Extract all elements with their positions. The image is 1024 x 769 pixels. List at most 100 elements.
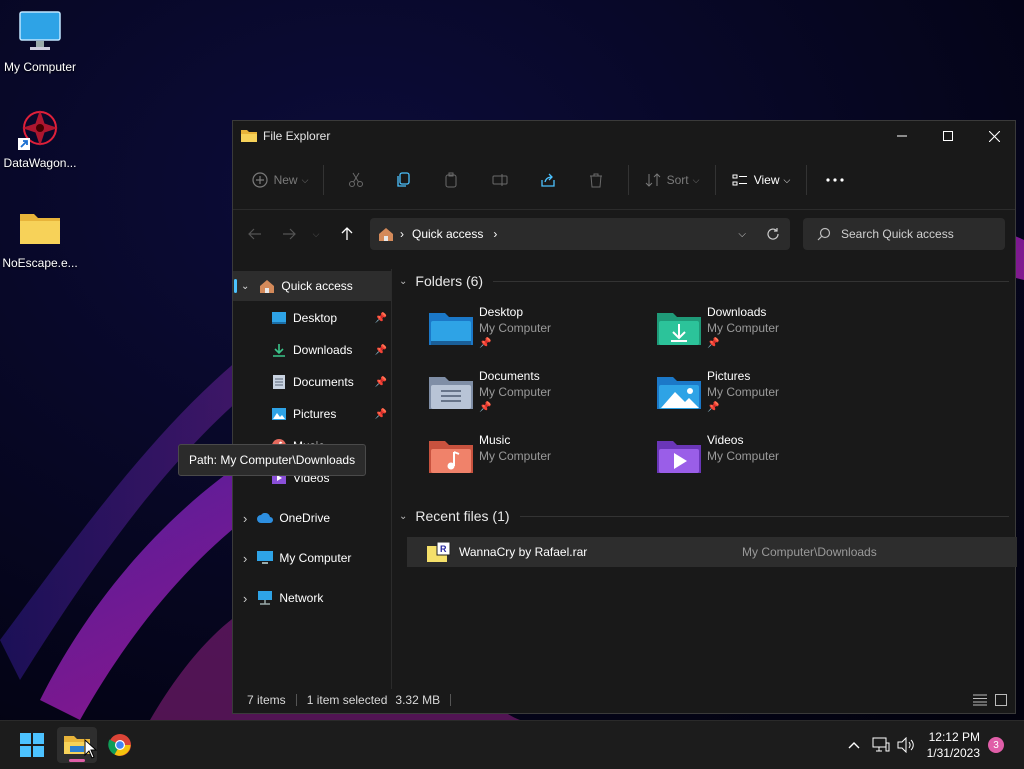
view-button[interactable]: View ⌵ [724, 163, 798, 197]
volume-icon[interactable] [897, 737, 915, 753]
maximize-button[interactable] [925, 121, 971, 151]
desktop-icon-noescape[interactable]: NoEscape.e... [0, 204, 80, 270]
search-input[interactable]: Search Quick access [803, 218, 1005, 250]
recent-locations-button[interactable]: ⌵ [305, 218, 327, 250]
cut-button[interactable] [332, 163, 380, 197]
pin-icon: 📌 [707, 338, 720, 349]
folder-tile-videos[interactable]: Videos My Computer [657, 433, 877, 489]
pin-icon: 📌 [479, 338, 492, 349]
folder-tile-music[interactable]: Music My Computer [429, 433, 649, 489]
sort-button[interactable]: Sort ⌵ [637, 163, 707, 197]
download-arrow-icon [271, 342, 287, 358]
folder-tile-documents[interactable]: Documents My Computer 📌 [429, 369, 649, 425]
address-dropdown-button[interactable]: ⌵ [738, 229, 746, 240]
toolbar-separator [323, 165, 324, 195]
status-divider [295, 694, 297, 706]
sidebar-item-desktop[interactable]: Desktop 📌 [233, 303, 391, 333]
selection-size: 3.32 MB [395, 693, 441, 707]
chevron-right-icon[interactable]: › [243, 551, 247, 566]
windows-logo-icon [20, 733, 44, 757]
home-icon [379, 228, 393, 241]
close-button[interactable] [971, 121, 1017, 151]
sort-label: Sort [666, 173, 689, 187]
clock-date: 1/31/2023 [926, 746, 980, 760]
show-hidden-icons-button[interactable] [846, 735, 862, 755]
paste-button[interactable] [428, 163, 476, 197]
sidebar-item-label: Pictures [293, 407, 337, 421]
chevron-right-icon: › [400, 227, 404, 241]
refresh-icon[interactable] [766, 227, 780, 241]
folder-name: Music [479, 433, 511, 447]
content-pane: ⌄ Folders (6) Desktop My Computer 📌 Down… [393, 269, 1017, 689]
pin-icon[interactable]: 📌 [375, 345, 387, 356]
toolbar-separator [715, 165, 716, 195]
pin-icon[interactable]: 📌 [375, 377, 387, 388]
start-button[interactable] [12, 727, 52, 763]
folder-tile-downloads[interactable]: Downloads My Computer 📌 [657, 305, 877, 361]
folder-tile-pictures[interactable]: Pictures My Computer 📌 [657, 369, 877, 425]
address-bar[interactable]: › Quick access › ⌵ [370, 218, 790, 250]
share-button[interactable] [524, 163, 572, 197]
search-placeholder: Search Quick access [841, 227, 954, 241]
folder-tile-desktop[interactable]: Desktop My Computer 📌 [429, 305, 649, 361]
delete-button[interactable] [572, 163, 620, 197]
recent-file-row[interactable]: R WannaCry by Rafael.rar My Computer\Dow… [407, 537, 1017, 567]
rename-button[interactable] [476, 163, 524, 197]
toolbar-separator [628, 165, 629, 195]
forward-button[interactable] [273, 218, 305, 250]
folders-section-header[interactable]: ⌄ Folders (6) [399, 271, 1009, 291]
taskbar-clock[interactable]: 12:12 PM 1/31/2023 [927, 729, 980, 761]
notification-badge[interactable]: 3 [988, 737, 1004, 753]
new-plus-icon [251, 172, 268, 188]
sidebar-item-downloads[interactable]: Downloads 📌 [233, 335, 391, 365]
chevron-right-icon[interactable]: › [493, 227, 497, 241]
sidebar-item-pictures[interactable]: Pictures 📌 [233, 399, 391, 429]
file-explorer-window: File Explorer New ⌵ Sort ⌵ View ⌵ ⌵ › Qu… [232, 120, 1017, 714]
trash-icon [590, 173, 602, 188]
taskbar: 12:12 PM 1/31/2023 3 [0, 720, 1024, 769]
minimize-button[interactable] [879, 121, 925, 151]
sidebar-item-my-computer[interactable]: › My Computer [233, 543, 391, 573]
svg-text:R: R [440, 544, 447, 554]
sidebar-item-label: Downloads [293, 343, 353, 357]
pin-icon[interactable]: 📌 [375, 313, 387, 324]
sidebar-item-onedrive[interactable]: › OneDrive [233, 503, 391, 533]
back-button[interactable] [239, 218, 271, 250]
file-explorer-icon [241, 130, 257, 142]
more-options-button[interactable] [815, 163, 855, 197]
taskbar-chrome[interactable] [100, 727, 140, 763]
sidebar-item-label: OneDrive [279, 511, 331, 525]
desktop-icon-my-computer[interactable]: My Computer [0, 8, 80, 74]
arrow-up-icon [341, 227, 353, 240]
arrow-left-icon [248, 228, 261, 240]
tiles-view-icon[interactable] [995, 694, 1007, 706]
copy-button[interactable] [380, 163, 428, 197]
sidebar-item-label: Quick access [281, 279, 353, 293]
home-icon [259, 278, 275, 294]
recent-heading: Recent files (1) [415, 508, 510, 524]
new-button[interactable]: New ⌵ [245, 163, 315, 197]
sidebar-item-documents[interactable]: Documents 📌 [233, 367, 391, 397]
up-button[interactable] [331, 218, 363, 250]
chevron-down-icon: ⌵ [312, 228, 320, 239]
chevron-right-icon[interactable]: › [243, 591, 247, 606]
network-status-icon[interactable] [872, 737, 890, 753]
mouse-cursor [84, 738, 98, 764]
address-location[interactable]: Quick access [412, 227, 483, 241]
pictures-icon [271, 406, 287, 422]
chevron-right-icon[interactable]: › [243, 511, 247, 526]
details-view-icon[interactable] [973, 694, 987, 706]
pin-icon[interactable]: 📌 [375, 409, 387, 420]
status-divider [450, 694, 452, 706]
rename-icon [492, 174, 508, 186]
sidebar-item-quick-access[interactable]: ⌄ Quick access [233, 271, 391, 301]
view-label: View [753, 173, 780, 187]
desktop-icon-datawagon[interactable]: DataWagon... [0, 104, 80, 170]
title-bar[interactable]: File Explorer [233, 121, 1015, 151]
sidebar-item-label: Desktop [293, 311, 338, 325]
sidebar-item-network[interactable]: › Network [233, 583, 391, 613]
videos-folder-icon [657, 441, 701, 473]
recent-files-section-header[interactable]: ⌄ Recent files (1) [399, 506, 1009, 526]
sidebar-item-label: Documents [293, 375, 354, 389]
chevron-down-icon: ⌄ [399, 510, 408, 522]
